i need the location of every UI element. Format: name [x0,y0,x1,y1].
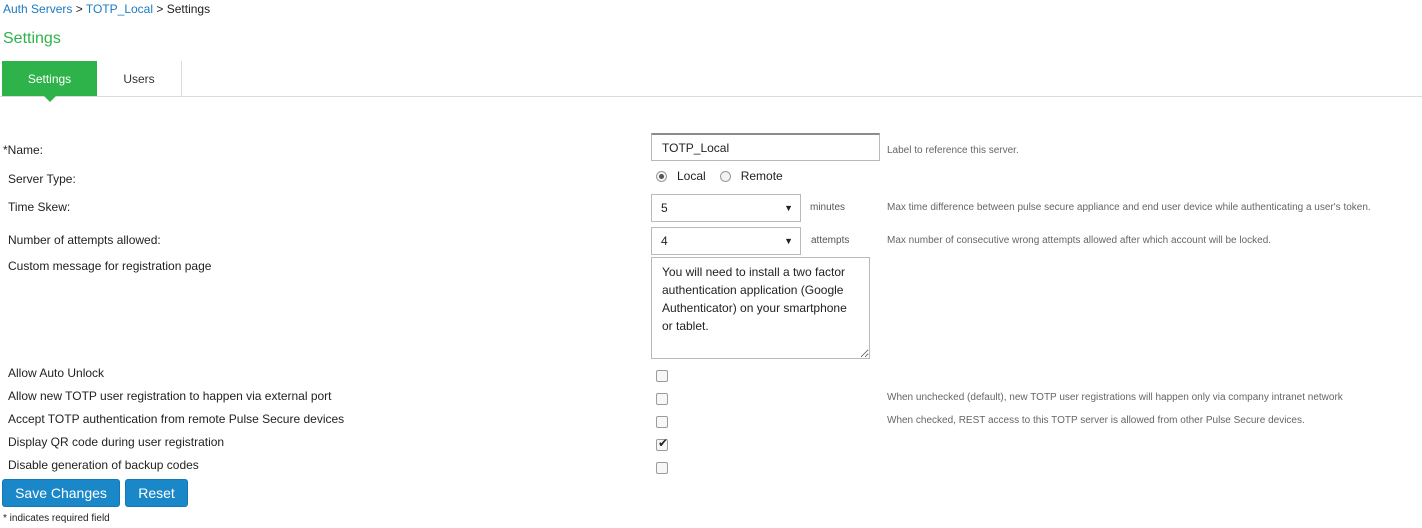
attempts-hint: Max number of consecutive wrong attempts… [887,235,1272,246]
tab-settings[interactable]: Settings [2,61,97,102]
external-port-label: Allow new TOTP user registration to happ… [8,389,332,403]
auto-unlock-checkbox[interactable] [656,370,668,382]
tab-users[interactable]: Users [97,61,182,96]
chevron-down-icon: ▼ [784,236,793,246]
attempts-value: 4 [661,234,668,248]
breadcrumb-separator: > [156,2,164,16]
attempts-unit: attempts [811,235,850,246]
breadcrumb-link-totp-local[interactable]: TOTP_Local [86,2,153,16]
time-skew-value: 5 [661,201,668,215]
external-port-hint: When unchecked (default), new TOTP user … [887,392,1343,403]
server-type-local-label[interactable]: Local [677,169,706,183]
auto-unlock-label: Allow Auto Unlock [8,366,105,380]
breadcrumb-current: Settings [166,2,211,16]
page-title: Settings [3,30,61,47]
server-type-local-radio[interactable] [656,170,667,182]
remote-auth-hint: When checked, REST access to this TOTP s… [887,415,1305,426]
server-type-radio-group: Local Remote [656,168,797,184]
chevron-down-icon: ▼ [784,203,793,213]
breadcrumb: Auth Servers > TOTP_Local > Settings [3,2,210,16]
name-label: *Name: [3,143,44,157]
breadcrumb-link-auth-servers[interactable]: Auth Servers [3,2,72,16]
qr-code-label: Display QR code during user registration [8,435,225,449]
qr-code-checkbox[interactable]: ✔ [656,436,669,451]
server-type-label: Server Type: [8,172,76,186]
time-skew-select[interactable]: 5 ▼ [651,194,801,222]
name-input[interactable] [651,133,880,161]
custom-message-label: Custom message for registration page [8,259,212,273]
save-changes-button[interactable]: Save Changes [2,479,120,507]
attempts-label: Number of attempts allowed: [8,233,161,247]
time-skew-hint: Max time difference between pulse secure… [887,202,1371,213]
server-type-remote-radio[interactable] [719,170,731,182]
custom-message-textarea[interactable]: You will need to install a two factor au… [651,257,870,359]
reset-button[interactable]: Reset [125,479,188,507]
tab-bar: Settings Users [0,61,1422,102]
remote-auth-checkbox[interactable] [656,416,668,428]
time-skew-label: Time Skew: [8,200,71,214]
attempts-select[interactable]: 4 ▼ [651,227,801,255]
backup-codes-label: Disable generation of backup codes [8,458,199,472]
checkmark-icon: ✔ [658,436,669,450]
required-field-note: * indicates required field [3,513,110,524]
time-skew-unit: minutes [810,202,846,213]
name-hint: Label to reference this server. [887,145,1019,156]
server-type-remote-label[interactable]: Remote [741,169,783,183]
breadcrumb-separator: > [75,2,83,16]
backup-codes-checkbox[interactable] [656,462,668,474]
remote-auth-label: Accept TOTP authentication from remote P… [8,412,345,426]
external-port-checkbox[interactable] [656,393,668,405]
